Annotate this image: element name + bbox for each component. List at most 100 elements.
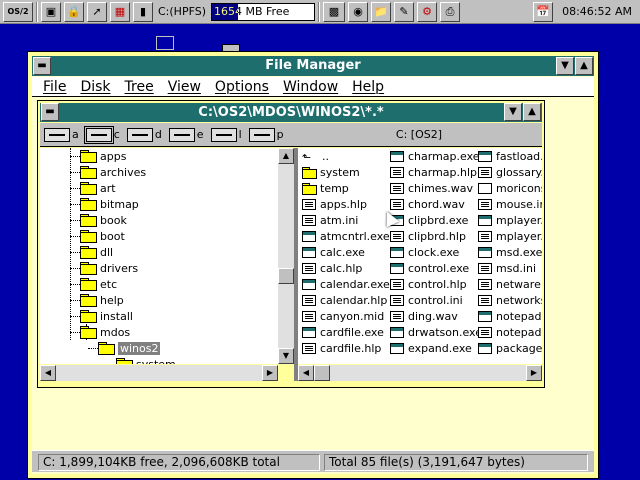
file-item[interactable]: clipbrd.hlp [390, 228, 466, 244]
scroll-left-button[interactable]: ◀ [298, 365, 314, 381]
file-item[interactable]: clock.exe [390, 244, 459, 260]
window-list-icon[interactable]: ▣ [41, 1, 61, 22]
tree-folder-bitmap[interactable]: bitmap [70, 196, 139, 212]
menu-disk[interactable]: Disk [73, 79, 117, 95]
maximize-button[interactable]: ▲ [575, 57, 593, 75]
file-item[interactable]: calc.exe [302, 244, 365, 260]
tree-folder-art[interactable]: art [70, 180, 116, 196]
system-monitor-icon[interactable]: ▦ [110, 1, 130, 22]
file-item[interactable]: apps.hlp [302, 196, 367, 212]
tree-folder-label: art [100, 181, 116, 195]
file-item[interactable]: cardfile.exe [302, 324, 384, 340]
scroll-up-button[interactable]: ▲ [278, 148, 294, 164]
notebook-icon[interactable]: ✎ [394, 1, 414, 22]
battery-icon[interactable]: ▮ [133, 1, 153, 22]
file-item[interactable]: fastload. [478, 148, 542, 164]
os2-logo-icon[interactable]: OS/2 [3, 1, 33, 22]
file-item[interactable]: glossary. [478, 164, 542, 180]
file-item[interactable]: charmap.hlp [390, 164, 477, 180]
file-item[interactable]: expand.exe [390, 340, 472, 356]
scroll-thumb[interactable] [314, 365, 330, 381]
file-item[interactable]: msd.exe [478, 244, 542, 260]
desktop-icon[interactable] [156, 36, 174, 50]
minimize-button[interactable]: ▼ [556, 57, 574, 75]
scroll-down-button[interactable]: ▼ [278, 348, 294, 364]
menu-tree[interactable]: Tree [118, 79, 161, 95]
file-item[interactable]: netware. [478, 276, 542, 292]
scroll-left-button[interactable]: ◀ [40, 365, 56, 381]
file-item[interactable]: chord.wav [390, 196, 465, 212]
file-item[interactable]: charmap.exe [390, 148, 480, 164]
drive-c[interactable]: c [83, 125, 120, 144]
tree-folder-mdos[interactable]: mdos [70, 324, 130, 340]
file-item[interactable]: control.ini [390, 292, 463, 308]
files-horizontal-scrollbar[interactable]: ◀ ▶ [298, 365, 542, 381]
tree-folder-book[interactable]: book [70, 212, 127, 228]
drive-l[interactable]: l [210, 127, 242, 142]
file-item[interactable]: atmcntrl.exe [302, 228, 390, 244]
child-maximize-button[interactable]: ▲ [523, 103, 541, 121]
printer-icon[interactable]: ⎙ [440, 1, 460, 22]
file-item[interactable]: msd.ini [478, 260, 536, 276]
drive-e[interactable]: e [168, 127, 204, 142]
file-item[interactable]: package [478, 340, 542, 356]
tree-folder-boot[interactable]: boot [70, 228, 125, 244]
file-item[interactable]: calendar.hlp [302, 292, 387, 308]
file-item[interactable]: mplayer. [478, 228, 542, 244]
menu-help[interactable]: Help [345, 79, 391, 95]
pointer-tool-icon[interactable]: ➚ [87, 1, 107, 22]
file-item[interactable]: control.hlp [390, 276, 467, 292]
tree-folder-archives[interactable]: archives [70, 164, 146, 180]
file-item[interactable]: chimes.wav [390, 180, 473, 196]
file-item[interactable]: calendar.exe [302, 276, 390, 292]
file-item[interactable]: cardfile.hlp [302, 340, 381, 356]
file-item[interactable]: mplayer. [478, 212, 542, 228]
scroll-right-button[interactable]: ▶ [262, 365, 278, 381]
drive-a[interactable]: a [44, 127, 79, 142]
file-item[interactable]: moricons [478, 180, 542, 196]
folder-icon[interactable]: 📁 [371, 1, 391, 22]
system-menu-button[interactable]: ▬ [33, 57, 51, 75]
drive-d[interactable]: d [126, 127, 162, 142]
tree-folder-label: install [100, 309, 133, 323]
file-item[interactable]: clipbrd.exe [390, 212, 468, 228]
child-system-menu-button[interactable]: ▬ [41, 103, 59, 121]
gear-icon[interactable]: ⚙ [417, 1, 437, 22]
file-item[interactable]: ding.wav [390, 308, 458, 324]
file-item[interactable]: system [302, 164, 360, 180]
file-item[interactable]: networks [478, 292, 542, 308]
tree-folder-dll[interactable]: dll [70, 244, 113, 260]
tree-horizontal-scrollbar[interactable]: ◀ ▶ [40, 365, 278, 381]
file-item[interactable]: ⬑.. [302, 148, 329, 164]
tree-folder-drivers[interactable]: drivers [70, 260, 138, 276]
file-item[interactable]: atm.ini [302, 212, 358, 228]
file-item[interactable]: calc.hlp [302, 260, 362, 276]
tree-folder-help[interactable]: help [70, 292, 124, 308]
menu-view[interactable]: View [161, 79, 208, 95]
child-minimize-button[interactable]: ▼ [504, 103, 522, 121]
drive-p[interactable]: p [248, 127, 284, 142]
tree-folder-etc[interactable]: etc [70, 276, 117, 292]
ram-icon[interactable]: ▩ [323, 1, 345, 22]
file-item[interactable]: drwatson.exe [390, 324, 482, 340]
tree-folder-apps[interactable]: apps [70, 148, 126, 164]
calendar-icon[interactable]: 📅 [533, 1, 553, 22]
file-item[interactable]: control.exe [390, 260, 469, 276]
menu-options[interactable]: Options [208, 79, 276, 95]
folder-icon [80, 166, 97, 179]
cube-icon[interactable]: ◉ [348, 1, 368, 22]
menu-window[interactable]: Window [276, 79, 345, 95]
file-item[interactable]: canyon.mid [302, 308, 384, 324]
scroll-thumb[interactable] [278, 268, 294, 284]
tree-folder-install[interactable]: install [70, 308, 133, 324]
lock-icon[interactable]: 🔒 [64, 1, 84, 22]
file-item[interactable]: temp [302, 180, 349, 196]
menu-file[interactable]: File [36, 79, 73, 95]
tree-vertical-scrollbar[interactable]: ▲ ▼ [278, 148, 294, 364]
file-item[interactable]: notepad [478, 308, 542, 324]
file-item[interactable]: notepad [478, 324, 542, 340]
file-item[interactable]: mouse.in [478, 196, 542, 212]
tree-folder-system[interactable]: system [116, 356, 176, 364]
scroll-right-button[interactable]: ▶ [526, 365, 542, 381]
tree-folder-winos2[interactable]: winos2 [88, 340, 161, 356]
